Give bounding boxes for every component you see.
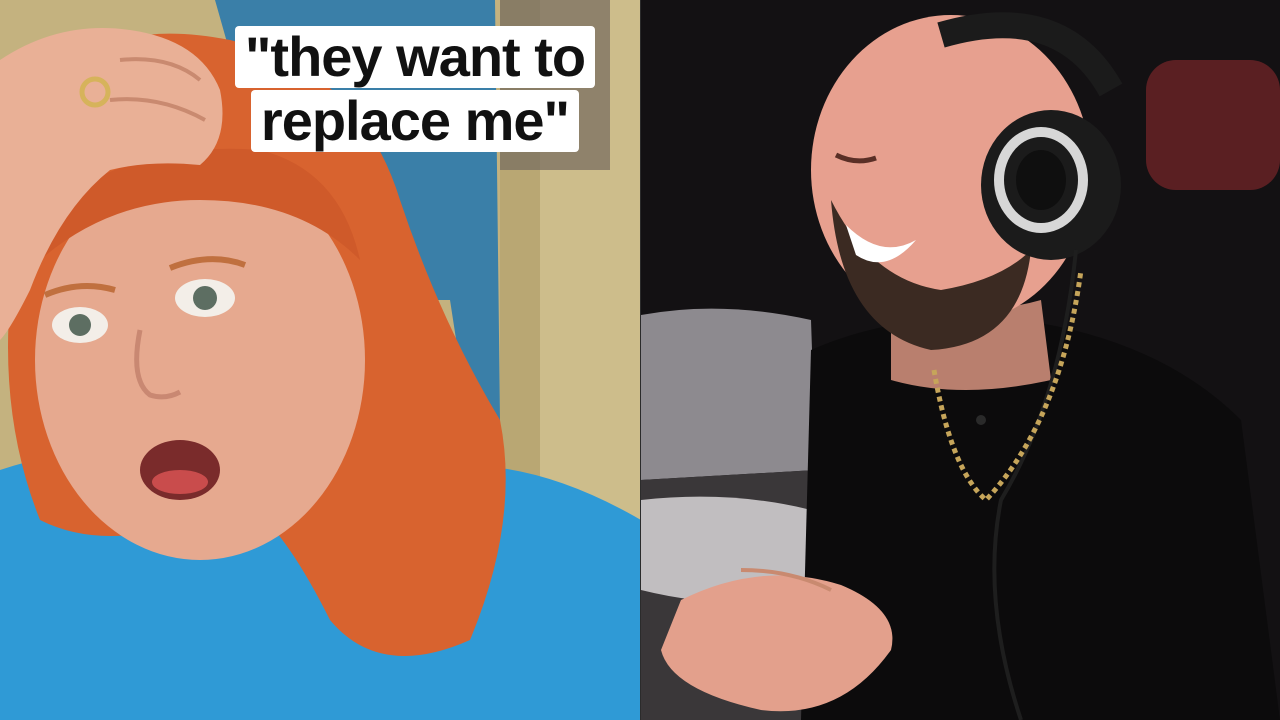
man-illustration (641, 0, 1280, 720)
couch-shape (641, 308, 816, 480)
caption-line-1: "they want to (234, 26, 596, 88)
chair-shape (1146, 60, 1280, 190)
caption-line-2: replace me" (250, 90, 580, 152)
thumbnail: "they want to replace me" (0, 0, 1280, 720)
quote-caption: "they want to replace me" (200, 26, 630, 152)
right-panel-man (641, 0, 1280, 720)
